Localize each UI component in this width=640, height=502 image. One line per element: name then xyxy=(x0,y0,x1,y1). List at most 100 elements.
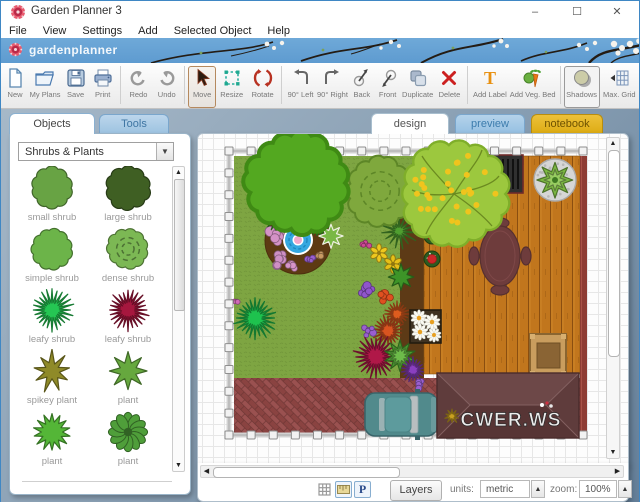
plant-item[interactable]: plant xyxy=(14,410,90,471)
rotate-90-right-button[interactable]: 90° Right xyxy=(316,66,349,108)
print-button[interactable]: Print xyxy=(88,66,117,108)
tab-design[interactable]: design xyxy=(371,113,449,134)
plant-label: plant xyxy=(117,395,139,406)
zoom-dropdown[interactable]: 100% xyxy=(579,480,617,498)
bring-front-icon xyxy=(381,69,396,87)
design-canvas[interactable]: CWER.WS ▲ ▼ xyxy=(197,133,629,465)
scroll-up-icon[interactable]: ▲ xyxy=(607,138,619,149)
scroll-up-icon[interactable]: ▲ xyxy=(173,167,184,178)
resize-frame-icon xyxy=(224,70,240,86)
plant-item[interactable]: spikey plant xyxy=(14,349,90,410)
tab-notebook[interactable]: notebook xyxy=(531,114,603,134)
horizontal-scrollbar[interactable]: ◀ ▶ xyxy=(200,465,624,478)
chevron-down-icon[interactable]: ▼ xyxy=(156,143,173,160)
zoom-dropdown-arrow-icon[interactable]: ▲ xyxy=(618,480,632,498)
scroll-down-icon[interactable]: ▼ xyxy=(173,460,184,471)
menu-help[interactable]: Help xyxy=(259,25,298,37)
plant-item[interactable]: plant xyxy=(90,410,166,471)
toolbar: New My Plans Save Print Redo Undo Move R… xyxy=(1,63,639,109)
folder-icon xyxy=(35,71,54,86)
bring-front-button[interactable]: Front xyxy=(375,66,401,108)
menu-selected-object[interactable]: Selected Object xyxy=(166,25,260,37)
shadows-button[interactable]: Shadows xyxy=(563,66,600,108)
layers-button[interactable]: Layers xyxy=(390,480,442,501)
plant-label: large shrub xyxy=(104,212,152,223)
category-dropdown[interactable]: Shrubs & Plants ▼ xyxy=(18,142,174,161)
carrot-icon xyxy=(523,69,541,88)
tab-objects[interactable]: Objects xyxy=(9,113,95,134)
scroll-down-icon[interactable]: ▼ xyxy=(607,447,619,458)
add-label-button[interactable]: T Add Label xyxy=(471,66,509,108)
maximize-icon[interactable]: ☐ xyxy=(557,1,597,23)
new-page-icon xyxy=(9,68,22,88)
send-back-icon xyxy=(353,69,368,87)
large-tree[interactable] xyxy=(241,134,351,238)
move-button[interactable]: Move xyxy=(187,66,217,108)
blob-thumbnail xyxy=(30,227,73,271)
logo: gardenplanner xyxy=(8,42,118,57)
ruler-toggle-icon[interactable] xyxy=(335,481,352,498)
toolbar-separator xyxy=(559,66,561,104)
panel-divider xyxy=(22,481,172,482)
menu-file[interactable]: File xyxy=(1,25,35,37)
car[interactable] xyxy=(364,389,438,440)
add-veg-bed-button[interactable]: Add Veg. Bed xyxy=(509,66,557,108)
plant-label: spikey plant xyxy=(26,395,78,406)
undo-arrow-icon xyxy=(160,71,175,86)
house-roof[interactable]: CWER.WS xyxy=(436,372,580,439)
close-icon[interactable]: ✕ xyxy=(597,1,637,23)
duplicate-button[interactable]: Duplicate xyxy=(401,66,435,108)
menu-view[interactable]: View xyxy=(35,25,75,37)
plant-item[interactable]: large shrub xyxy=(90,166,166,227)
toolbar-separator xyxy=(120,66,122,104)
rotate-90-left-button[interactable]: 90° Left xyxy=(285,66,316,108)
scroll-right-icon[interactable]: ▶ xyxy=(612,466,623,477)
plant-item[interactable]: simple shrub xyxy=(14,227,90,288)
scrollbar-thumb[interactable] xyxy=(608,150,620,357)
garden-plan[interactable]: CWER.WS xyxy=(198,134,626,462)
title-bar: Garden Planner 3 – ☐ ✕ xyxy=(1,1,639,23)
plant-item[interactable]: small shrub xyxy=(14,166,90,227)
canvas-bottom-bar: ◀ ▶ P Layers units: metric ▲ zoom: 100% … xyxy=(197,463,632,502)
plant-item[interactable]: leafy shrub xyxy=(90,288,166,349)
plant-item[interactable]: plant xyxy=(90,349,166,410)
new-button[interactable]: New xyxy=(3,66,27,108)
wooden-crate[interactable] xyxy=(529,333,567,377)
scrollbar-thumb[interactable] xyxy=(213,467,400,478)
plant-item[interactable]: leafy shrub xyxy=(14,288,90,349)
delete-button[interactable]: Delete xyxy=(435,66,464,108)
scroll-left-icon[interactable]: ◀ xyxy=(201,466,212,477)
resize-button[interactable]: Resize xyxy=(216,66,247,108)
toolbar-separator xyxy=(281,66,283,104)
units-label: units: xyxy=(450,484,474,495)
save-button[interactable]: Save xyxy=(63,66,88,108)
my-plans-button[interactable]: My Plans xyxy=(27,66,63,108)
vertical-scrollbar[interactable]: ▲ ▼ xyxy=(606,137,620,459)
max-grid-button[interactable]: Max. Grid xyxy=(600,66,639,108)
potted-plant[interactable] xyxy=(533,158,577,202)
send-back-button[interactable]: Back xyxy=(349,66,375,108)
workspace-background: Objects Tools Shrubs & Plants ▼ small sh… xyxy=(1,109,639,502)
minimize-icon[interactable]: – xyxy=(515,1,555,23)
redo-button[interactable]: Redo xyxy=(124,66,152,108)
rotate-button[interactable]: Rotate xyxy=(247,66,278,108)
undo-button[interactable]: Undo xyxy=(153,66,181,108)
units-dropdown[interactable]: metric xyxy=(480,480,530,498)
tab-tools[interactable]: Tools xyxy=(99,114,169,134)
redo-arrow-icon xyxy=(131,71,146,86)
menu-settings[interactable]: Settings xyxy=(74,25,130,37)
plant-label: plant xyxy=(41,456,63,467)
units-dropdown-arrow-icon[interactable]: ▲ xyxy=(531,480,545,498)
objects-panel: Shrubs & Plants ▼ small shrub large shrub… xyxy=(9,133,191,495)
plant-label: leafy shrub xyxy=(104,334,152,345)
fence[interactable] xyxy=(224,146,234,440)
flower-pot[interactable] xyxy=(423,250,441,268)
plant-item[interactable]: dense shrub xyxy=(90,227,166,288)
plant-labels-toggle[interactable]: P xyxy=(354,481,371,498)
grid-toggle-icon[interactable] xyxy=(316,481,333,498)
tab-preview[interactable]: preview xyxy=(455,114,525,134)
daisy-planter[interactable] xyxy=(409,309,442,344)
sidebar-scrollbar[interactable]: ▲ ▼ xyxy=(172,166,185,472)
menu-add[interactable]: Add xyxy=(130,25,166,37)
scrollbar-thumb[interactable] xyxy=(174,179,185,311)
